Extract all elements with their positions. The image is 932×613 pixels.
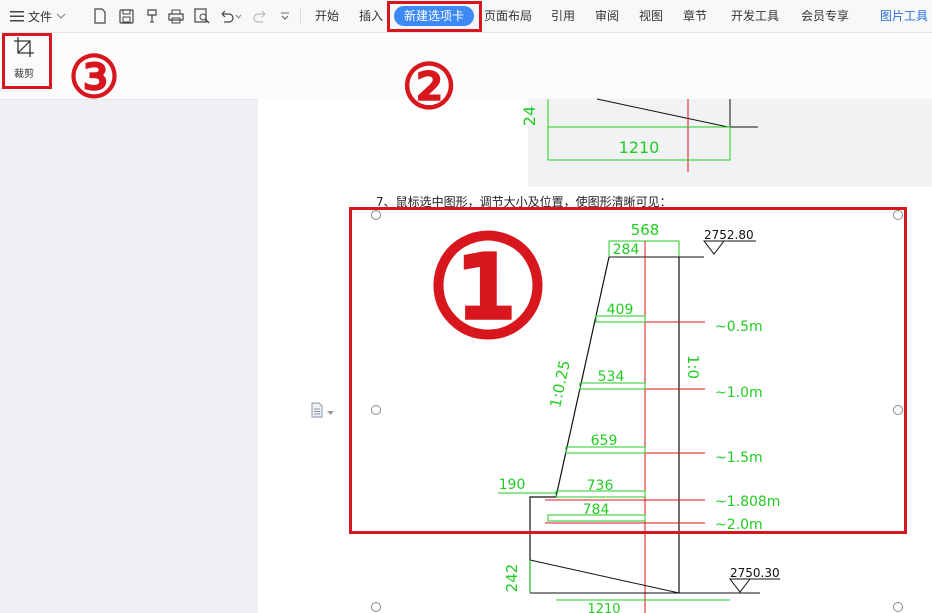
- bottom-width-label: 1210: [587, 602, 620, 613]
- highlight-new-tab: [387, 1, 482, 32]
- previous-figure: [547, 98, 758, 172]
- prev-dim-width: 1210: [619, 138, 660, 157]
- annotation-marker-1: ①: [425, 206, 551, 370]
- annotation-marker-3: ③: [68, 43, 120, 111]
- resize-handle-bottom-right[interactable]: [893, 602, 903, 612]
- resize-handle-bottom-left[interactable]: [371, 602, 381, 612]
- prev-dim-height: 24: [520, 106, 539, 126]
- bottom-height-label: 242: [503, 564, 521, 593]
- elevation-bottom: 2750.30: [730, 566, 780, 580]
- annotation-marker-2: ②: [401, 50, 457, 123]
- highlight-crop-button: [2, 33, 52, 89]
